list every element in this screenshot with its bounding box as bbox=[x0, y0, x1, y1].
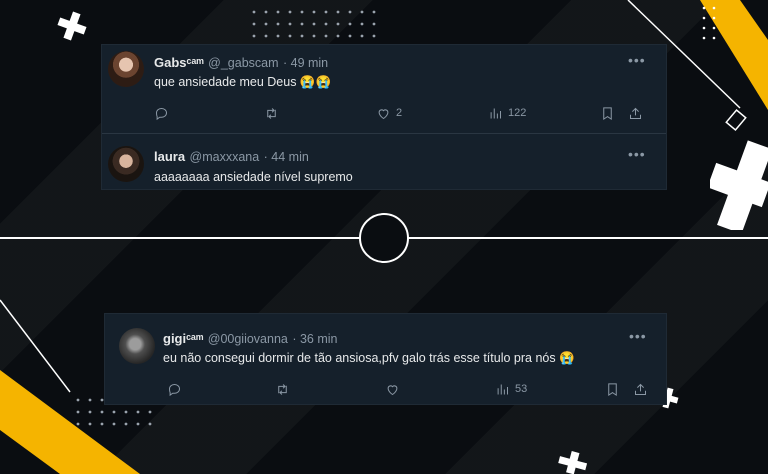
view-count: 122 bbox=[508, 107, 527, 119]
share-icon bbox=[635, 383, 646, 395]
like-count: 2 bbox=[396, 107, 403, 119]
dot-grid-decoration bbox=[702, 6, 716, 40]
avatar[interactable] bbox=[108, 51, 144, 87]
more-icon[interactable]: ••• bbox=[628, 147, 646, 161]
avatar[interactable] bbox=[119, 328, 155, 364]
retweet-icon bbox=[267, 107, 276, 119]
heart-icon bbox=[387, 384, 398, 395]
views-button[interactable]: 53 bbox=[495, 382, 527, 397]
timestamp[interactable]: · 36 min bbox=[292, 332, 337, 346]
share-icon bbox=[630, 107, 641, 119]
reply-button[interactable] bbox=[154, 106, 169, 121]
avatar[interactable] bbox=[108, 146, 144, 182]
share-button[interactable] bbox=[628, 106, 643, 121]
tweet-card-top: Gabsᶜᵃᵐ @_gabscam · 49 min ••• que ansie… bbox=[101, 44, 667, 190]
tweet-card-bottom: gigiᶜᵃᵐ @00giiovanna · 36 min ••• eu não… bbox=[104, 313, 667, 405]
more-icon[interactable]: ••• bbox=[629, 329, 647, 343]
tweet-separator bbox=[102, 133, 666, 134]
like-button[interactable]: 2 bbox=[376, 106, 402, 121]
display-name[interactable]: laura bbox=[154, 149, 185, 164]
tweet-text: eu não consegui dormir de tão ansiosa,pf… bbox=[163, 351, 575, 365]
reply-button[interactable] bbox=[167, 382, 182, 397]
views-icon bbox=[497, 384, 508, 394]
tweet-actions: 53 bbox=[167, 380, 647, 398]
center-circle bbox=[359, 213, 409, 263]
handle[interactable]: @maxxxana bbox=[190, 150, 260, 164]
tweet-header: laura @maxxxana · 44 min bbox=[154, 148, 309, 166]
handle[interactable]: @_gabscam bbox=[208, 56, 278, 70]
retweet-icon bbox=[278, 383, 287, 395]
reply-icon bbox=[168, 383, 181, 396]
dot-grid-decoration bbox=[252, 10, 376, 38]
retweet-button[interactable] bbox=[275, 382, 290, 397]
like-button[interactable] bbox=[385, 382, 400, 397]
bookmark-icon bbox=[603, 106, 612, 120]
bookmark-icon bbox=[608, 382, 617, 396]
display-name[interactable]: Gabsᶜᵃᵐ bbox=[154, 55, 204, 70]
heart-icon bbox=[378, 108, 389, 119]
tweet-text: aaaaaaaa ansiedade nível supremo bbox=[154, 170, 353, 184]
handle[interactable]: @00giiovanna bbox=[208, 332, 288, 346]
views-button[interactable]: 122 bbox=[488, 106, 526, 121]
reply-icon bbox=[155, 107, 168, 120]
tweet-actions: 2 122 bbox=[154, 104, 646, 122]
views-icon bbox=[490, 108, 501, 118]
tweet-header: Gabsᶜᵃᵐ @_gabscam · 49 min bbox=[154, 54, 328, 72]
display-name[interactable]: gigiᶜᵃᵐ bbox=[163, 331, 203, 346]
retweet-button[interactable] bbox=[264, 106, 279, 121]
view-count: 53 bbox=[515, 383, 528, 395]
bookmark-button[interactable] bbox=[600, 106, 615, 121]
tweet-header: gigiᶜᵃᵐ @00giiovanna · 36 min bbox=[163, 330, 337, 348]
bookmark-button[interactable] bbox=[605, 382, 620, 397]
tweet-text: que ansiedade meu Deus 😭😭 bbox=[154, 75, 332, 89]
share-button[interactable] bbox=[633, 382, 648, 397]
timestamp[interactable]: · 44 min bbox=[264, 150, 309, 164]
timestamp[interactable]: · 49 min bbox=[283, 56, 328, 70]
more-icon[interactable]: ••• bbox=[628, 53, 646, 67]
